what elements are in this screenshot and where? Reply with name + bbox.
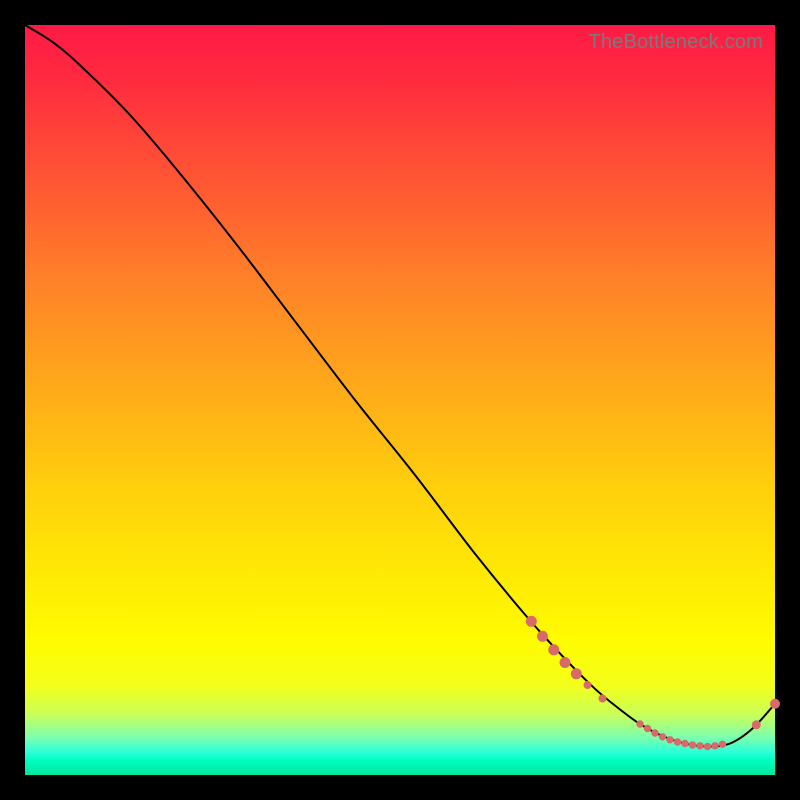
highlight-dot bbox=[652, 730, 658, 736]
highlight-dot bbox=[704, 743, 710, 749]
highlight-dot bbox=[549, 645, 559, 655]
highlight-dot bbox=[667, 737, 673, 743]
highlight-dot bbox=[584, 682, 591, 689]
highlight-dot bbox=[682, 740, 688, 746]
highlight-dot bbox=[644, 725, 650, 731]
highlight-dot bbox=[712, 743, 718, 749]
highlight-dot bbox=[571, 669, 581, 679]
chart-frame: TheBottleneck.com bbox=[25, 25, 775, 775]
highlight-dots-group bbox=[526, 616, 779, 749]
highlight-dot bbox=[697, 743, 703, 749]
bottleneck-curve-line bbox=[25, 25, 775, 747]
highlight-dot bbox=[674, 739, 680, 745]
highlight-dot bbox=[526, 616, 536, 626]
highlight-dot bbox=[689, 742, 695, 748]
highlight-dot bbox=[637, 721, 643, 727]
highlight-dot bbox=[771, 699, 780, 708]
highlight-dot bbox=[752, 721, 760, 729]
highlight-dot bbox=[599, 695, 606, 702]
chart-svg bbox=[25, 25, 775, 775]
highlight-dot bbox=[560, 658, 570, 668]
highlight-dot bbox=[659, 734, 665, 740]
highlight-dot bbox=[538, 631, 548, 641]
highlight-dot bbox=[719, 741, 725, 747]
